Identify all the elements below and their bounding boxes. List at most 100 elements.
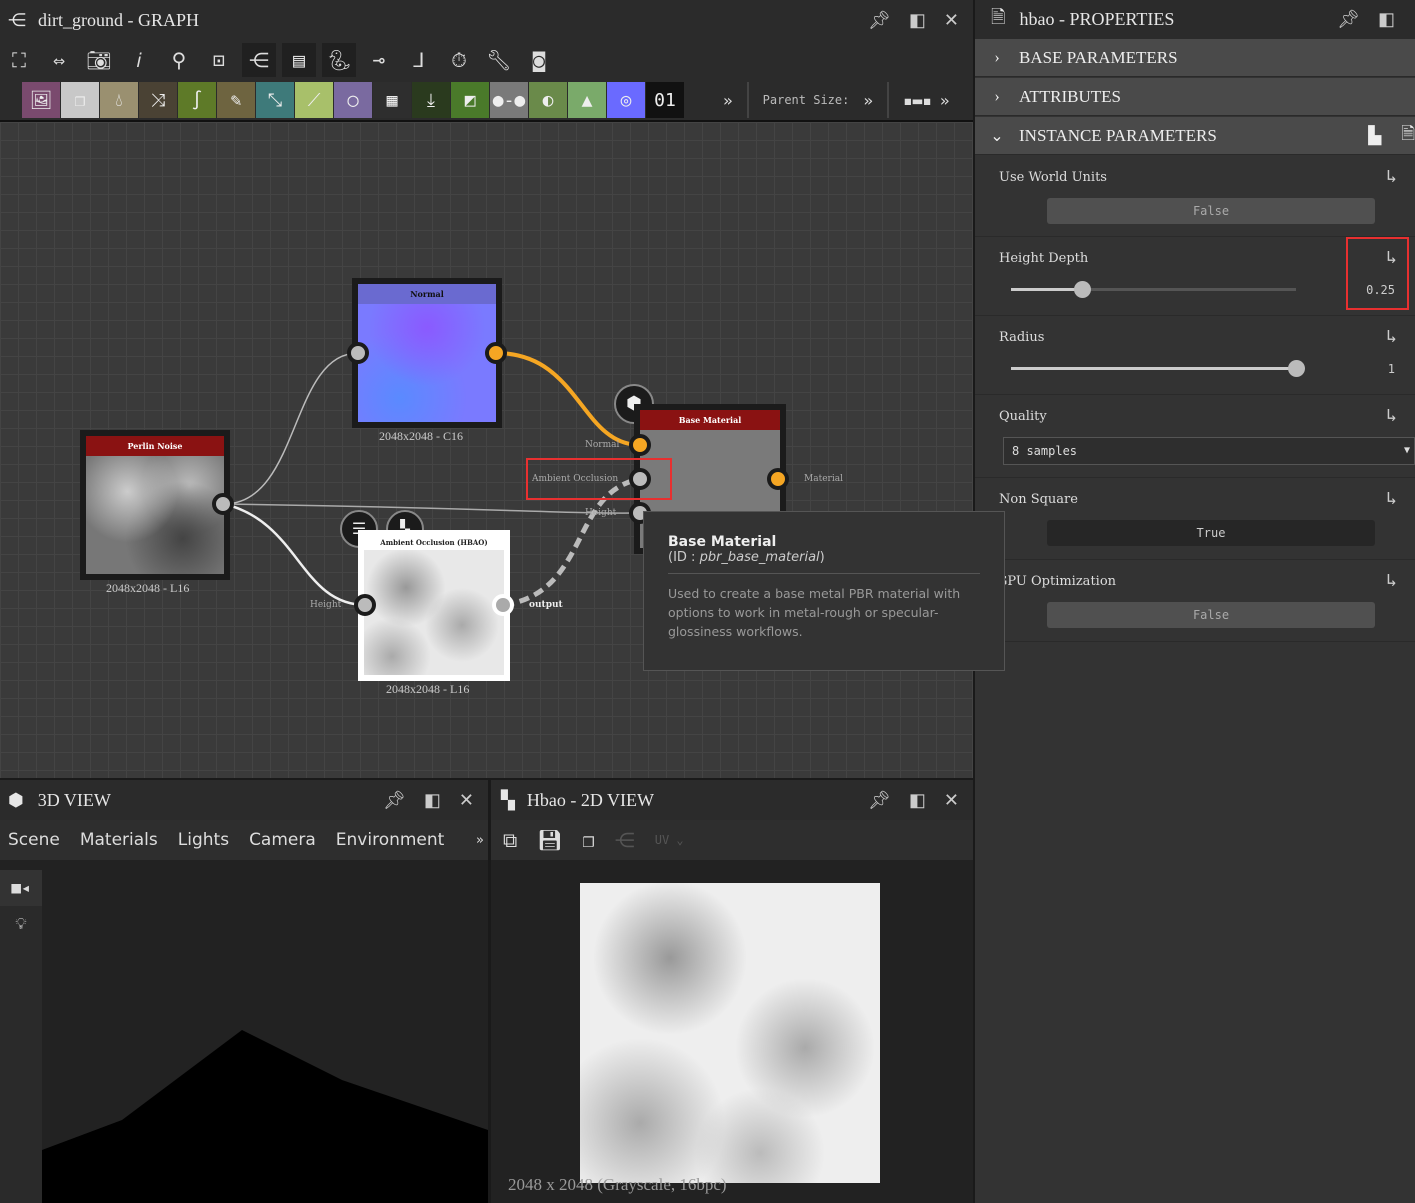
histogram-icon[interactable]: ▲ [568, 82, 606, 118]
section-base-parameters[interactable]: › BASE PARAMETERS [975, 39, 1415, 77]
curve-icon[interactable]: ∫ [178, 82, 216, 118]
stack-icon[interactable]: ▤ [282, 43, 316, 77]
info-icon[interactable]: 𝑖 [122, 43, 156, 77]
import-icon[interactable]: ⤓ [412, 82, 450, 118]
menu-materials[interactable]: Materials [80, 830, 158, 850]
input-port-normal[interactable] [629, 434, 651, 456]
float-icon[interactable]: ◧ [424, 790, 441, 811]
radius-slider[interactable] [1011, 360, 1305, 377]
function-icon[interactable]: ↳ [1386, 570, 1397, 591]
eyedropper-icon[interactable]: ✎ [217, 82, 255, 118]
fit-view-icon[interactable]: ⛶ [2, 43, 36, 77]
copy-icon[interactable]: ❐ [583, 828, 595, 852]
function-icon[interactable]: ↳ [1386, 405, 1397, 426]
pin-icon[interactable]: 📌︎ [868, 10, 891, 31]
use-world-units-toggle[interactable]: False [1047, 198, 1375, 224]
function-icon[interactable]: ↳ [1386, 166, 1397, 187]
function-icon[interactable]: ↳ [1386, 488, 1397, 509]
more-icon[interactable]: » [723, 91, 733, 110]
preview-icon[interactable]: ◙ [522, 43, 556, 77]
section-attributes[interactable]: › ATTRIBUTES [975, 78, 1415, 116]
link-perlin-normal [223, 352, 359, 505]
float-icon[interactable]: ◧ [909, 10, 926, 31]
warp-icon[interactable]: ⤡ [256, 82, 294, 118]
output-port-material[interactable] [767, 468, 789, 490]
levels-icon[interactable]: ◐ [529, 82, 567, 118]
frame-icon[interactable]: ⊡ [202, 43, 236, 77]
export-icon[interactable]: 🗎︎ [1401, 121, 1415, 150]
save-icon[interactable]: 💾︎ [537, 828, 562, 852]
output-port[interactable] [492, 594, 514, 616]
pin-icon[interactable]: 📌︎ [383, 790, 406, 811]
shuffle-icon[interactable]: ⤨ [139, 82, 177, 118]
input-port[interactable] [354, 594, 376, 616]
more-icon[interactable]: » [476, 833, 484, 848]
light-bulb-icon[interactable]: 💡︎ [0, 906, 42, 942]
float-icon[interactable]: ◧ [909, 790, 926, 811]
output-port[interactable] [212, 493, 234, 515]
menu-camera[interactable]: Camera [249, 830, 316, 850]
input-port[interactable] [347, 342, 369, 364]
output-port[interactable] [485, 342, 507, 364]
graph-icon[interactable]: ⋲ [242, 43, 276, 77]
section-label: BASE PARAMETERS [1019, 47, 1178, 67]
checker-icon: ▚ [501, 789, 515, 810]
section-label: INSTANCE PARAMETERS [1019, 125, 1217, 145]
graph-canvas[interactable]: Perlin Noise 2048x2048 - L16 Normal 2048… [0, 122, 973, 778]
menu-environment[interactable]: Environment [336, 830, 445, 850]
circle-icon[interactable]: ◯ [334, 82, 372, 118]
color-wheel-icon[interactable]: ◎ [607, 82, 645, 118]
gradient-icon[interactable]: ⟋ [295, 82, 333, 118]
node-normal[interactable]: Normal [352, 278, 502, 428]
more-icon[interactable]: » [940, 91, 950, 110]
view-3d-panel: ⬢ 3D VIEW 📌︎ ◧ ✕ Scene Materials Lights Camer… [0, 780, 488, 1203]
reset-zoom-icon[interactable]: ⇔ [42, 43, 76, 77]
preset-icon[interactable]: ▙ [1368, 126, 1381, 146]
close-icon[interactable]: ✕ [944, 10, 959, 31]
python-icon[interactable]: 🐍︎ [322, 43, 356, 77]
parent-size-dropdown[interactable]: » [863, 91, 873, 110]
graph-toolbar: ⛶ ⇔ 📷︎ 𝑖 ⚲ ⊡ ⋲ ▤ 🐍︎ ⊸ ⅃ ⏱︎ 🔧︎ ◙ [0, 40, 973, 80]
node-caption: 2048x2048 - L16 [106, 581, 190, 595]
close-icon[interactable]: ✕ [944, 790, 959, 811]
height-depth-slider[interactable] [1011, 281, 1296, 298]
fx-map-icon[interactable]: 01 [646, 82, 684, 118]
search-icon[interactable]: ⚲ [162, 43, 196, 77]
uv-dropdown[interactable]: UV ⌄ [655, 833, 684, 847]
radius-value[interactable]: 1 [1388, 362, 1395, 376]
timer-icon[interactable]: ⏱︎ [442, 43, 476, 77]
blend-icon[interactable]: ●-● [490, 82, 528, 118]
gpu-optimization-toggle[interactable]: False [1047, 602, 1375, 628]
properties-title: hbao - PROPERTIES [1019, 9, 1175, 29]
non-square-toggle[interactable]: True [1047, 520, 1375, 546]
share-icon[interactable]: ⋲ [615, 828, 635, 852]
route-icon[interactable]: ⅃ [402, 43, 436, 77]
highlight-box [526, 458, 672, 500]
tiles-icon[interactable]: ▦ [373, 82, 411, 118]
drop-icon[interactable]: 💧︎ [100, 82, 138, 118]
camera-icon[interactable]: ■◂ [0, 870, 42, 906]
function-icon[interactable]: ↳ [1386, 326, 1397, 347]
tooltip-description: Used to create a base metal PBR material… [668, 586, 961, 639]
connector-icon[interactable]: ⊸ [362, 43, 396, 77]
display-icon[interactable]: ⧉ [503, 828, 517, 852]
node-perlin-noise[interactable]: Perlin Noise [80, 430, 230, 580]
menu-scene[interactable]: Scene [8, 830, 60, 850]
screenshot-icon[interactable]: 📷︎ [82, 43, 116, 77]
texture-preview[interactable] [580, 883, 880, 1183]
quality-select[interactable]: 8 samples ▼ [1003, 437, 1415, 465]
document-icon: 🗎︎ [991, 6, 1006, 27]
copy-icon[interactable]: ❐ [61, 82, 99, 118]
close-icon[interactable]: ✕ [459, 790, 474, 811]
pin-icon[interactable]: 📌︎ [1337, 9, 1360, 30]
link-icon[interactable]: ▪▬▪ [903, 91, 932, 110]
node-ambient-occlusion[interactable]: Ambient Occlusion (HBAO) [358, 530, 510, 681]
gradient-map-icon[interactable]: ◩ [451, 82, 489, 118]
bitmap-icon[interactable]: 🖼︎ [22, 82, 60, 118]
section-instance-parameters[interactable]: ⌄ INSTANCE PARAMETERS ▙ 🗎︎ [975, 117, 1415, 155]
wrench-icon[interactable]: 🔧︎ [482, 43, 516, 77]
quality-value: 8 samples [1012, 444, 1078, 458]
float-icon[interactable]: ◧ [1378, 9, 1395, 30]
pin-icon[interactable]: 📌︎ [868, 790, 891, 811]
menu-lights[interactable]: Lights [178, 830, 229, 850]
